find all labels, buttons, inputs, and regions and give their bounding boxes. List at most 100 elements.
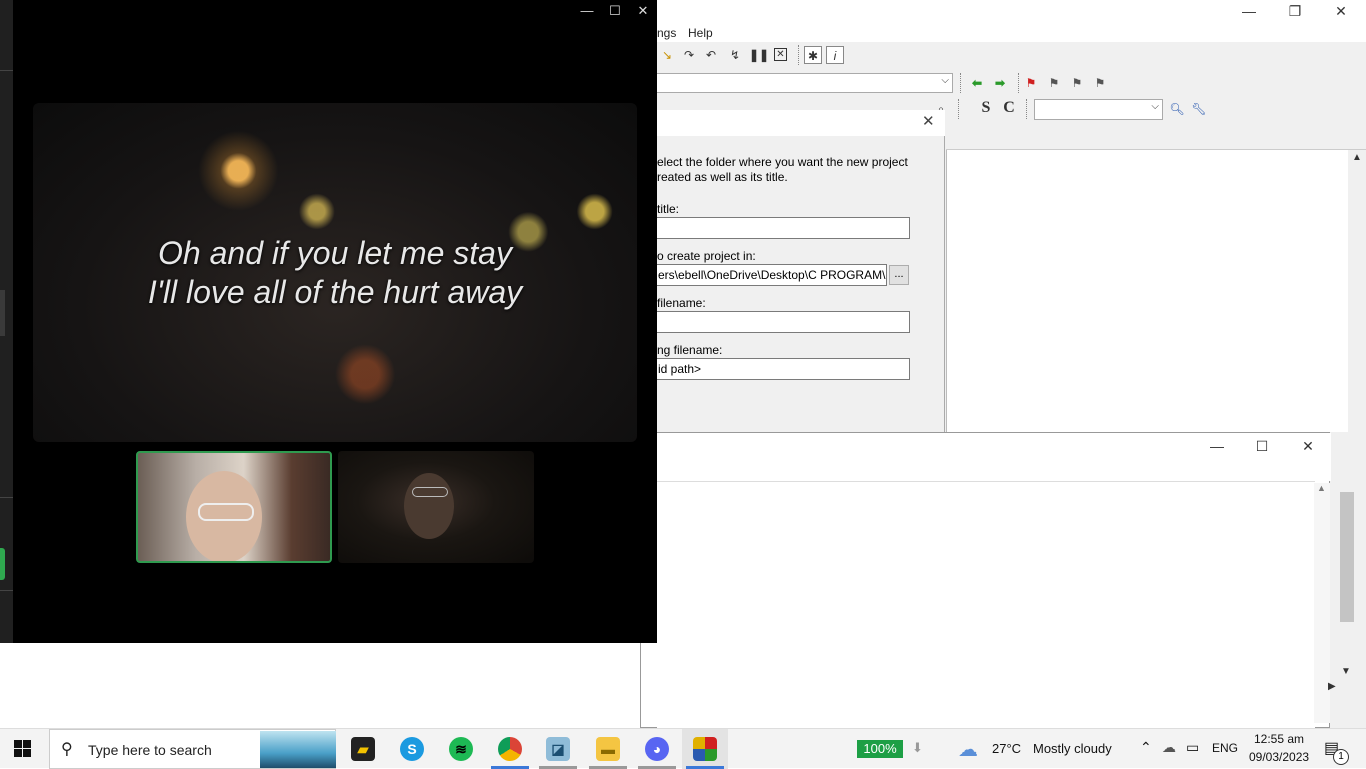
scroll-up-icon[interactable]: ▲ (1317, 483, 1326, 493)
toolbar-separator (958, 99, 960, 119)
ide-minimize-button[interactable]: — (1226, 0, 1272, 24)
weather-temperature[interactable]: 27°C (992, 741, 1021, 756)
weather-cloud-icon[interactable]: ☁ (958, 737, 978, 762)
discord-icon[interactable]: ◕ (645, 737, 669, 761)
ide-close-button[interactable]: ✕ (1318, 0, 1364, 24)
onedrive-icon[interactable]: ☁ (1162, 739, 1176, 756)
bookmark-prev-icon[interactable]: ⚑ (1045, 74, 1063, 92)
step-into-icon[interactable]: ↘ (658, 46, 676, 64)
console-titlebar: — ☐ ✕ (641, 433, 1331, 481)
info-icon[interactable]: i (826, 46, 844, 64)
pin-icon[interactable]: ⬇ (912, 740, 923, 756)
dialog-close-icon[interactable]: ✕ (922, 112, 935, 130)
weather-description[interactable]: Mostly cloudy (1033, 741, 1112, 756)
scroll-right-icon[interactable]: ▶ (1328, 681, 1336, 692)
symbol-combobox[interactable]: ⌵ (640, 73, 953, 93)
toolbar-separator (960, 73, 962, 93)
instructions-line2: reated as well as its title. (657, 170, 788, 184)
find-icon[interactable]: 🔍︎ (1168, 100, 1186, 118)
search-placeholder: Type here to search (88, 742, 212, 758)
outer-scrollbar[interactable]: ▼ (1336, 490, 1358, 682)
step-out-icon[interactable]: ↶ (702, 46, 720, 64)
divider (0, 590, 13, 591)
editor-scrollbar[interactable]: ▲ (1348, 150, 1366, 432)
bookmark-toggle-icon[interactable]: ⚑ (1022, 74, 1040, 92)
bookmark-next-icon[interactable]: ⚑ (1068, 74, 1086, 92)
divider (0, 497, 13, 498)
taskbar: ⚲ Type here to search ▰ S ≋ ◪ ▬ ◕ 100% ⬇… (0, 728, 1366, 769)
ide-app-icon[interactable] (693, 737, 717, 761)
console-output[interactable] (657, 481, 1315, 729)
call-side-panel (0, 0, 13, 643)
back-arrow-icon[interactable]: ⬅ (968, 74, 986, 92)
forward-arrow-icon[interactable]: ➡ (991, 74, 1009, 92)
scrollbar-thumb[interactable] (1340, 492, 1354, 622)
bookmark-clear-icon[interactable]: ⚑ (1091, 74, 1109, 92)
search-combobox[interactable]: ⌵ (1034, 99, 1163, 120)
chrome-icon[interactable] (498, 737, 522, 761)
lyric-line-1: Oh and if you let me stay (158, 235, 512, 271)
clock-date[interactable]: 09/03/2023 (1249, 750, 1309, 764)
ide-menubar: ngs Help (640, 24, 1366, 42)
search-icon: ⚲ (61, 741, 73, 758)
scroll-down-icon[interactable]: ▼ (1341, 666, 1351, 677)
shared-video[interactable]: Oh and if you let me stay I'll love all … (33, 103, 637, 442)
s-format-icon[interactable]: S (977, 99, 995, 117)
glasses-icon (412, 487, 448, 497)
console-close-button[interactable]: ✕ (1285, 435, 1331, 459)
step-over-icon[interactable]: ↷ (680, 46, 698, 64)
scroll-up-icon[interactable]: ▲ (1352, 152, 1362, 163)
folder-input[interactable]: ers\ebell\OneDrive\Desktop\C PROGRAM\ (654, 264, 887, 286)
side-handle[interactable] (0, 290, 5, 336)
folder-label: o create project in: (657, 249, 756, 263)
call-minimize-button[interactable]: — (573, 0, 601, 22)
call-close-button[interactable]: ✕ (629, 0, 657, 22)
ide-restore-button[interactable]: ❐ (1272, 0, 1318, 24)
skype-icon[interactable]: S (400, 737, 424, 761)
sticky-notes-icon[interactable]: ▰ (351, 737, 375, 761)
wrench-icon[interactable]: 🔧︎ (1190, 100, 1208, 118)
add-watch-icon[interactable]: ✱ (804, 46, 822, 64)
debug-toolbar: ↘ ↷ ↶ ↯ ❚❚ ✕ ✱ i (640, 42, 850, 68)
console-minimize-button[interactable]: — (1194, 435, 1240, 459)
notes-app-icon[interactable]: ◪ (546, 737, 570, 761)
pause-icon[interactable]: ❚❚ (749, 46, 769, 64)
video-call-window: — ☐ ✕ Oh and if you let me stay I'll lov… (0, 0, 657, 643)
project-title-label: title: (657, 202, 680, 216)
existing-filename-input[interactable]: id path> (654, 358, 910, 380)
windows-start-icon[interactable] (14, 740, 32, 758)
spotify-icon[interactable]: ≋ (449, 737, 473, 761)
toolbar-separator (1026, 99, 1028, 119)
console-maximize-button[interactable]: ☐ (1239, 435, 1285, 459)
chevron-down-icon: ⌵ (1151, 101, 1159, 112)
network-icon[interactable]: ▭ (1186, 739, 1199, 756)
menu-settings[interactable]: ngs (657, 26, 676, 40)
browse-button[interactable]: ... (889, 265, 909, 285)
search-highlight-image (260, 731, 336, 768)
chevron-up-icon[interactable]: ⌃ (1140, 739, 1152, 756)
taskbar-search[interactable]: ⚲ Type here to search (49, 729, 336, 769)
call-maximize-button[interactable]: ☐ (601, 0, 629, 22)
clock-time[interactable]: 12:55 am (1254, 732, 1304, 746)
participant-tile-1[interactable] (136, 451, 332, 563)
menu-help[interactable]: Help (688, 26, 713, 40)
notification-count: 1 (1333, 749, 1349, 765)
navigation-toolbar: ⌵ ⬅ ➡ ⚑ ⚑ ⚑ ⚑ (640, 70, 1366, 96)
call-titlebar: — ☐ ✕ (13, 0, 657, 22)
battery-indicator[interactable]: 100% (857, 740, 903, 758)
language-indicator[interactable]: ENG (1212, 741, 1238, 755)
dialog-titlebar: ✕ (640, 110, 945, 136)
stop-icon[interactable]: ✕ (774, 48, 787, 61)
existing-filename-label: ng filename: (657, 343, 723, 357)
toolbar-separator (798, 45, 800, 65)
participant-tile-2[interactable] (338, 451, 534, 563)
editor-tabstrip (946, 126, 1366, 150)
lyric-line-2: I'll love all of the hurt away (147, 274, 523, 310)
code-editor[interactable] (946, 150, 1366, 432)
filename-input[interactable] (654, 311, 910, 333)
c-format-icon[interactable]: C (1000, 99, 1018, 117)
project-title-input[interactable] (654, 217, 910, 239)
file-explorer-icon[interactable]: ▬ (596, 737, 620, 761)
run-to-cursor-icon[interactable]: ↯ (726, 46, 744, 64)
instructions-line1: elect the folder where you want the new … (657, 155, 908, 169)
